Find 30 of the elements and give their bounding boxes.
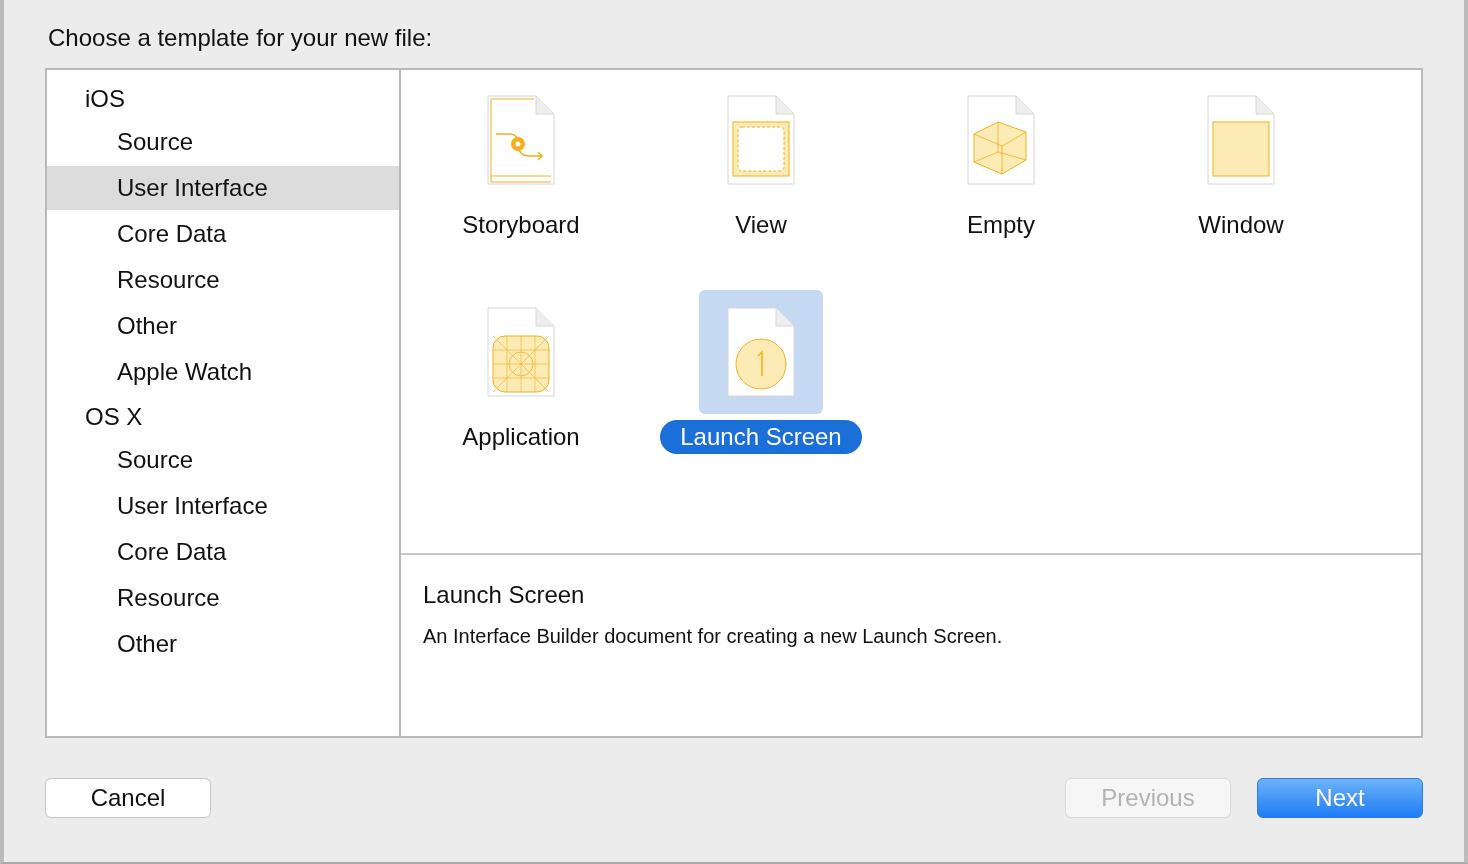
- category-item[interactable]: Resource: [47, 576, 399, 620]
- category-item[interactable]: Resource: [47, 258, 399, 302]
- document-icon: [484, 94, 558, 186]
- category-item[interactable]: Other: [47, 304, 399, 348]
- category-item[interactable]: Source: [47, 120, 399, 164]
- description-text: An Interface Builder document for creating a new Launch Screen.: [423, 625, 1004, 648]
- description-title: Launch Screen: [423, 581, 586, 609]
- template-label[interactable]: Empty: [947, 208, 1055, 242]
- document-icon: [724, 94, 798, 186]
- template-label[interactable]: View: [715, 208, 807, 242]
- platform-header: OS X: [84, 402, 144, 432]
- category-item[interactable]: Apple Watch: [47, 350, 399, 394]
- category-item[interactable]: Other: [47, 622, 399, 666]
- category-item[interactable]: User Interface: [47, 484, 399, 528]
- template-label[interactable]: Window: [1178, 208, 1304, 242]
- template-icon-tile[interactable]: [699, 290, 823, 414]
- platform-header: iOS: [84, 84, 126, 114]
- dialog-title: Choose a template for your new file:: [48, 24, 434, 52]
- template-label[interactable]: Launch Screen: [660, 420, 862, 454]
- document-icon: [724, 306, 798, 398]
- template-label[interactable]: Storyboard: [442, 208, 600, 242]
- category-item[interactable]: User Interface: [47, 166, 399, 210]
- document-icon: [1204, 94, 1278, 186]
- template-label[interactable]: Application: [442, 420, 600, 454]
- document-icon: [964, 94, 1038, 186]
- category-item[interactable]: Source: [47, 438, 399, 482]
- cancel-button[interactable]: Cancel: [45, 778, 211, 818]
- category-item[interactable]: Core Data: [47, 212, 399, 256]
- document-icon: [484, 306, 558, 398]
- category-item[interactable]: Core Data: [47, 530, 399, 574]
